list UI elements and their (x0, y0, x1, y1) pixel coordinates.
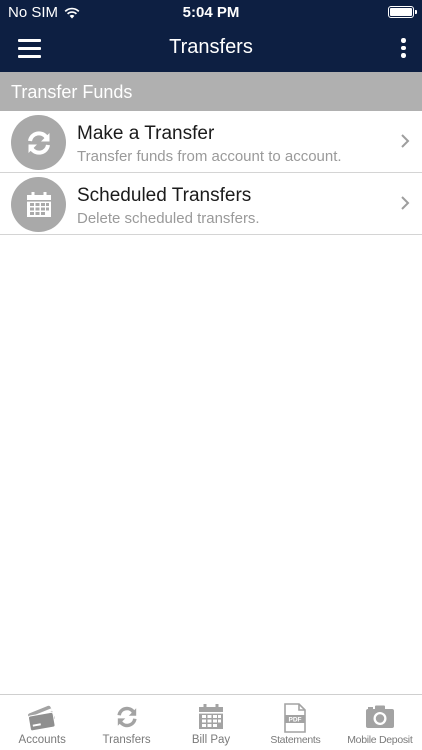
status-bar: No SIM 5:04 PM (0, 0, 422, 24)
make-transfer-row[interactable]: Make a Transfer Transfer funds from acco… (0, 111, 422, 173)
tab-transfers-label: Transfers (102, 734, 151, 746)
tab-transfers[interactable]: Transfers (84, 695, 168, 750)
calendar-icon (11, 177, 66, 232)
pdf-icon: PDF (284, 703, 307, 733)
tab-accounts-label: Accounts (18, 734, 66, 746)
tab-bill-pay[interactable]: Bill Pay (169, 695, 253, 750)
battery-icon (388, 6, 417, 18)
chevron-right-icon (401, 196, 410, 210)
page-title: Transfers (169, 36, 253, 58)
tab-accounts[interactable]: Accounts (0, 695, 84, 750)
make-transfer-title: Make a Transfer (77, 123, 215, 144)
transfer-icon (117, 706, 137, 728)
scheduled-transfers-row[interactable]: Scheduled Transfers Delete scheduled tra… (0, 173, 422, 235)
more-vertical-icon (401, 38, 406, 43)
tab-mobile-deposit[interactable]: Mobile Deposit (338, 695, 422, 750)
tab-statements[interactable]: PDF Statements (253, 695, 337, 750)
nav-bar: Transfers (0, 24, 422, 72)
scheduled-transfers-subtitle: Delete scheduled transfers. (77, 210, 260, 227)
more-options-button[interactable] (400, 38, 408, 58)
status-time: 5:04 PM (182, 4, 240, 21)
make-transfer-subtitle: Transfer funds from account to account. (77, 148, 342, 165)
tab-bill-pay-label: Bill Pay (191, 734, 231, 746)
tab-statements-label: Statements (270, 734, 321, 746)
scheduled-transfers-title: Scheduled Transfers (77, 185, 252, 206)
calendar-icon (199, 704, 224, 729)
camera-icon (365, 705, 394, 728)
pdf-icon-text: PDF (289, 717, 302, 724)
app-header: No SIM 5:04 PM Transfers (0, 0, 422, 72)
section-header: Transfer Funds (0, 72, 422, 111)
transfer-icon (11, 115, 66, 170)
chevron-right-icon (401, 134, 410, 148)
tab-bar: Accounts Transfers Bill Pay PDF Statemen… (0, 694, 422, 750)
tab-mobile-deposit-label: Mobile Deposit (347, 734, 413, 746)
transfer-options-list: Make a Transfer Transfer funds from acco… (0, 111, 422, 235)
card-icon (28, 705, 56, 732)
